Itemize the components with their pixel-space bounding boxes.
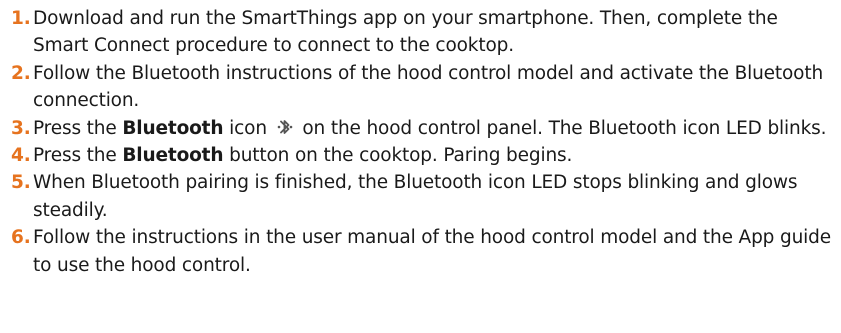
step-2: 2. Follow the Bluetooth instructions of …: [6, 60, 835, 115]
step-number: 4.: [11, 145, 31, 167]
step-text-pre: Press the: [33, 117, 123, 139]
step-4: 4. Press the Bluetooth button on the coo…: [6, 142, 835, 169]
step-text: Follow the instructions in the user manu…: [33, 227, 831, 276]
step-1: 1. Download and run the SmartThings app …: [6, 5, 835, 60]
step-number: 1.: [11, 8, 31, 29]
step-number: 3.: [11, 117, 31, 139]
step-text: When Bluetooth pairing is finished, the …: [33, 172, 798, 221]
step-text-post: button on the cooktop. Paring begins.: [223, 145, 573, 167]
step-bold-term: Bluetooth: [122, 145, 224, 167]
step-5: 5. When Bluetooth pairing is finished, t…: [6, 169, 835, 224]
step-number: 5.: [11, 172, 31, 194]
instruction-steps: 1. Download and run the SmartThings app …: [0, 0, 841, 279]
step-text-post: on the hood control panel. The Bluetooth…: [296, 117, 827, 139]
step-text: Download and run the SmartThings app on …: [33, 8, 778, 57]
step-6: 6. Follow the instructions in the user m…: [6, 224, 835, 279]
step-number: 2.: [11, 62, 31, 84]
step-bold-term: Bluetooth: [122, 117, 224, 139]
step-text: Follow the Bluetooth instructions of the…: [33, 62, 824, 112]
step-text-pre: Press the: [33, 145, 123, 167]
step-number: 6.: [11, 227, 31, 249]
bluetooth-icon: [276, 116, 294, 138]
step-text-mid: icon: [223, 117, 267, 139]
step-3: 3. Press the Bluetooth icon on the hood …: [6, 115, 835, 142]
